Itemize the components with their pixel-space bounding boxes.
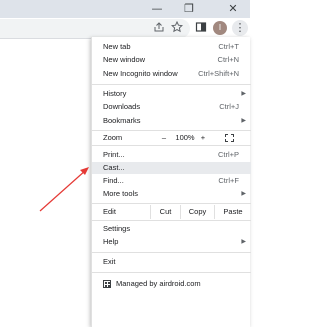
chrome-menu-button[interactable]: ⋮	[232, 20, 248, 36]
menu-divider	[92, 272, 251, 273]
menu-item-history[interactable]: History ▶	[92, 88, 251, 100]
menu-item-exit[interactable]: Exit	[92, 256, 251, 268]
zoom-in-button[interactable]: +	[196, 131, 210, 145]
menu-item-label: Managed by airdroid.com	[116, 279, 201, 288]
menu-item-label: Settings	[103, 224, 131, 233]
paste-button[interactable]: Paste	[214, 205, 251, 219]
menu-item-more-tools[interactable]: More tools ▶	[92, 188, 251, 200]
menu-item-shortcut: Ctrl+J	[219, 102, 239, 111]
minimize-icon[interactable]: —	[150, 2, 164, 16]
menu-item-label: Cast...	[103, 163, 125, 172]
menu-divider	[92, 203, 251, 204]
fullscreen-icon[interactable]	[225, 134, 234, 142]
menu-divider	[92, 84, 251, 85]
menu-item-downloads[interactable]: Downloads Ctrl+J	[92, 101, 251, 113]
menu-item-new-incognito-window[interactable]: New Incognito window Ctrl+Shift+N	[92, 68, 251, 80]
cut-button[interactable]: Cut	[150, 205, 180, 219]
submenu-arrow-icon: ▶	[241, 118, 246, 124]
menu-item-label: Exit	[103, 257, 116, 266]
menu-item-label: Help	[103, 237, 119, 246]
menu-item-label: Print...	[103, 150, 125, 159]
star-icon[interactable]	[170, 20, 184, 35]
menu-item-label: Downloads	[103, 102, 141, 111]
profile-avatar[interactable]: I	[213, 21, 227, 35]
menu-divider	[92, 145, 251, 146]
menu-item-shortcut: Ctrl+N	[217, 55, 239, 64]
menu-item-shortcut: Ctrl+T	[218, 42, 239, 51]
menu-item-shortcut: Ctrl+Shift+N	[198, 69, 239, 78]
close-icon[interactable]: ✕	[226, 2, 240, 16]
side-panel-icon[interactable]	[194, 21, 208, 35]
menu-item-label: Bookmarks	[103, 116, 141, 125]
menu-divider	[92, 252, 251, 253]
menu-item-label: New window	[103, 55, 146, 64]
chrome-main-menu: New tab Ctrl+T New window Ctrl+N New Inc…	[91, 37, 251, 327]
submenu-arrow-icon: ▶	[241, 91, 246, 97]
menu-item-new-window[interactable]: New window Ctrl+N	[92, 54, 251, 66]
copy-button[interactable]: Copy	[180, 205, 214, 219]
menu-item-label: History	[103, 89, 127, 98]
submenu-arrow-icon: ▶	[241, 239, 246, 245]
zoom-out-button[interactable]: –	[157, 131, 171, 145]
menu-item-label: More tools	[103, 189, 139, 198]
menu-item-settings[interactable]: Settings	[92, 223, 251, 235]
share-icon[interactable]	[152, 21, 166, 35]
zoom-level: 100%	[175, 133, 195, 142]
zoom-row: Zoom – 100% +	[92, 131, 251, 145]
menu-item-bookmarks[interactable]: Bookmarks ▶	[92, 115, 251, 127]
title-bar: — ❐ ✕	[0, 0, 250, 18]
menu-item-shortcut: Ctrl+F	[218, 176, 239, 185]
menu-item-managed[interactable]: Managed by airdroid.com	[92, 278, 251, 290]
menu-item-print[interactable]: Print... Ctrl+P	[92, 149, 251, 161]
submenu-arrow-icon: ▶	[241, 191, 246, 197]
menu-item-label: Find...	[103, 176, 124, 185]
edit-label: Edit	[103, 207, 116, 216]
edit-row: Edit Cut Copy Paste	[92, 205, 251, 219]
menu-item-cast[interactable]: Cast...	[92, 162, 251, 174]
menu-item-shortcut: Ctrl+P	[217, 150, 239, 159]
restore-icon[interactable]: ❐	[182, 2, 196, 16]
zoom-label: Zoom	[103, 133, 123, 142]
menu-item-help[interactable]: Help ▶	[92, 236, 251, 248]
menu-item-label: New Incognito window	[103, 69, 178, 78]
menu-item-find[interactable]: Find... Ctrl+F	[92, 175, 251, 187]
menu-divider	[92, 220, 251, 221]
building-icon	[103, 280, 111, 288]
menu-item-label: New tab	[103, 42, 131, 51]
menu-item-new-tab[interactable]: New tab Ctrl+T	[92, 41, 251, 53]
